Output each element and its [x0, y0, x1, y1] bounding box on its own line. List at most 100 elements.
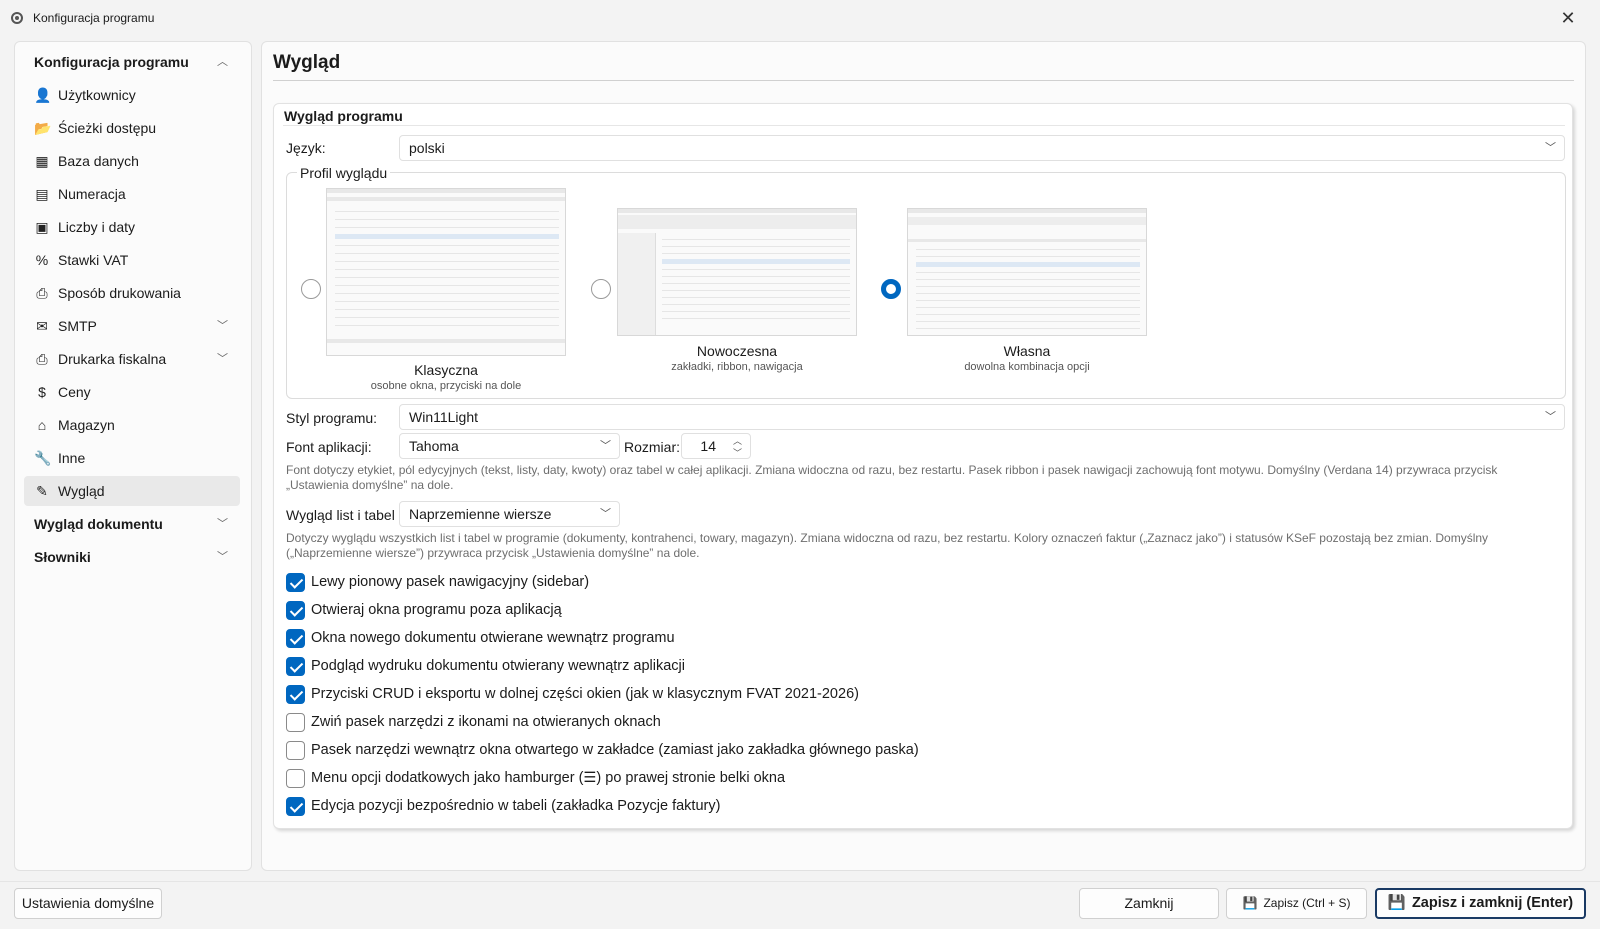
style-select[interactable]: Win11Light ﹀: [399, 404, 1565, 430]
sidebar-item-wyglad[interactable]: ✎ Wygląd: [24, 476, 240, 506]
checkbox-label: Lewy pionowy pasek nawigacyjny (sidebar): [311, 574, 590, 590]
sidebar-item-label: Ścieżki dostępu: [58, 120, 157, 136]
checkbox-label: Otwieraj okna programu poza aplikacją: [311, 602, 562, 618]
table-icon: ▦: [35, 153, 49, 169]
checkbox-label: Zwiń pasek narzędzi z ikonami na otwiera…: [311, 714, 661, 730]
sidebar-item-label: Ceny: [58, 384, 91, 400]
percent-icon: %: [35, 252, 49, 268]
checkbox-sidebar[interactable]: [286, 573, 305, 592]
save-close-icon: 💾: [1387, 895, 1406, 911]
section-title: Wygląd programu: [284, 108, 403, 124]
checkbox-inline-edit[interactable]: [286, 797, 305, 816]
sidebar-item-label: Stawki VAT: [58, 252, 129, 268]
sidebar-item-liczby-daty[interactable]: ▣ Liczby i daty: [24, 212, 240, 242]
font-hint: Font dotyczy etykiet, pól edycyjnych (te…: [286, 463, 1498, 492]
save-close-button[interactable]: 💾 Zapisz i zamknij (Enter): [1375, 888, 1586, 919]
sidebar-item-ceny[interactable]: $ Ceny: [24, 377, 240, 407]
sidebar-item-smtp[interactable]: ✉ SMTP ﹀: [24, 311, 240, 341]
wrench-icon: 🔧: [34, 450, 52, 466]
calendar-icon: ▣: [35, 219, 49, 235]
sidebar-item-label: SMTP: [58, 318, 97, 334]
profile-legend: Profil wyglądu: [297, 165, 391, 181]
sidebar-item-uzytkownicy[interactable]: 👤 Użytkownicy: [24, 80, 240, 110]
language-value: polski: [409, 140, 445, 156]
checkbox-new-doc-inside[interactable]: [286, 629, 305, 648]
profile-desc-wlasna: dowolna kombinacja opcji: [964, 361, 1090, 373]
profile-name-wlasna: Własna: [1003, 343, 1051, 359]
language-select[interactable]: polski ﹀: [399, 135, 1565, 161]
chevron-up-icon: ︿: [217, 56, 228, 68]
font-select[interactable]: Tahoma ﹀: [399, 433, 620, 459]
window-title: Konfiguracja programu: [33, 11, 155, 25]
sidebar-item-label: Liczby i daty: [58, 219, 136, 235]
sidebar-item-numeracja[interactable]: ▤ Numeracja: [24, 179, 240, 209]
checkbox-outside-windows[interactable]: [286, 601, 305, 620]
save-button[interactable]: 💾 Zapisz (Ctrl + S): [1226, 888, 1367, 919]
profile-desc-klasyczna: osobne okna, przyciski na dole: [370, 380, 522, 392]
checkbox-toolbar-in-tab[interactable]: [286, 741, 305, 760]
defaults-button[interactable]: Ustawienia domyślne: [14, 888, 162, 919]
sidebar-item-label: Baza danych: [58, 153, 139, 169]
style-value: Win11Light: [409, 409, 479, 425]
envelope-icon: ✉: [36, 318, 48, 334]
lists-select[interactable]: Naprzemienne wiersze ﹀: [399, 501, 620, 527]
checkbox-label: Przyciski CRUD i eksportu w dolnej częśc…: [311, 686, 859, 702]
profile-preview-wlasna[interactable]: [907, 208, 1147, 336]
language-label: Język:: [286, 140, 326, 156]
sidebar-item-label: Użytkownicy: [58, 87, 136, 103]
folder-open-icon: 📂: [34, 120, 52, 136]
checkbox-collapse-toolbar[interactable]: [286, 713, 305, 732]
size-stepper[interactable]: 14 ︿ ﹀: [681, 433, 751, 459]
save-close-label: Zapisz i zamknij (Enter): [1411, 895, 1574, 911]
size-label: Rozmiar:: [624, 439, 681, 455]
sidebar-item-drukarka-fiskalna[interactable]: ⎙ Drukarka fiskalna ﹀: [24, 344, 240, 374]
profile-preview-nowoczesna[interactable]: [617, 208, 857, 336]
chevron-down-icon[interactable]: ﹀: [733, 446, 742, 459]
checkbox-label: Edycja pozycji bezpośrednio w tabeli (za…: [311, 798, 721, 814]
sidebar-item-sciezki[interactable]: 📂 Ścieżki dostępu: [24, 113, 240, 143]
size-value: 14: [700, 438, 716, 454]
sidebar-item-inne[interactable]: 🔧 Inne: [24, 443, 240, 473]
nav-group-konfiguracja[interactable]: Konfiguracja programu ︿: [24, 47, 240, 77]
lists-label: Wygląd list i tabel: [286, 507, 395, 523]
chevron-down-icon: ﹀: [600, 440, 611, 452]
profile-radio-nowoczesna[interactable]: [591, 279, 611, 299]
profile-radio-wlasna[interactable]: [881, 279, 901, 299]
close-button[interactable]: Zamknij: [1079, 888, 1219, 919]
checkbox-label: Pasek narzędzi wewnątrz okna otwartego w…: [311, 742, 919, 758]
nav-group-label: Konfiguracja programu: [34, 54, 189, 70]
nav-group-wyglad-dokumentu[interactable]: Wygląd dokumentu ﹀: [24, 509, 240, 539]
pencil-icon: ✎: [36, 483, 48, 499]
nav-group-label: Słowniki: [34, 549, 91, 565]
chevron-down-icon: ﹀: [217, 551, 228, 563]
chevron-down-icon: ﹀: [217, 320, 228, 332]
user-icon: 👤: [34, 87, 52, 103]
sidebar-item-label: Numeracja: [58, 186, 126, 202]
font-value: Tahoma: [409, 438, 459, 454]
save-label: Zapisz (Ctrl + S): [1263, 896, 1351, 910]
sidebar-item-stawki-vat[interactable]: % Stawki VAT: [24, 245, 240, 275]
nav-group-slowniki[interactable]: Słowniki ﹀: [24, 542, 240, 572]
profile-desc-nowoczesna: zakładki, ribbon, nawigacja: [671, 361, 803, 373]
checkbox-label: Okna nowego dokumentu otwierane wewnątrz…: [311, 630, 675, 646]
checkbox-label: Menu opcji dodatkowych jako hamburger (☰…: [311, 770, 786, 786]
warehouse-icon: ⌂: [37, 417, 47, 433]
checkbox-hamburger-menu[interactable]: [286, 769, 305, 788]
profile-radio-klasyczna[interactable]: [301, 279, 321, 299]
sidebar-item-sposob-drukowania[interactable]: ⎙ Sposób drukowania: [24, 278, 240, 308]
sidebar-item-magazyn[interactable]: ⌂ Magazyn: [24, 410, 240, 440]
sidebar-item-baza-danych[interactable]: ▦ Baza danych: [24, 146, 240, 176]
chevron-down-icon: ﹀: [1545, 142, 1556, 154]
divider: [273, 80, 1574, 81]
checkbox-print-preview-inside[interactable]: [286, 657, 305, 676]
sidebar-item-label: Inne: [58, 450, 86, 466]
chevron-down-icon: ﹀: [1545, 411, 1556, 423]
profile-preview-klasyczna[interactable]: [326, 188, 566, 356]
profile-name-klasyczna: Klasyczna: [414, 362, 478, 378]
style-label: Styl programu:: [286, 410, 378, 426]
close-icon[interactable]: ✕: [1550, 4, 1586, 32]
printer-icon: ⎙: [36, 285, 48, 301]
checkbox-crud-bottom[interactable]: [286, 685, 305, 704]
chevron-down-icon: ﹀: [217, 518, 228, 530]
sidebar-item-label: Wygląd: [58, 483, 105, 499]
